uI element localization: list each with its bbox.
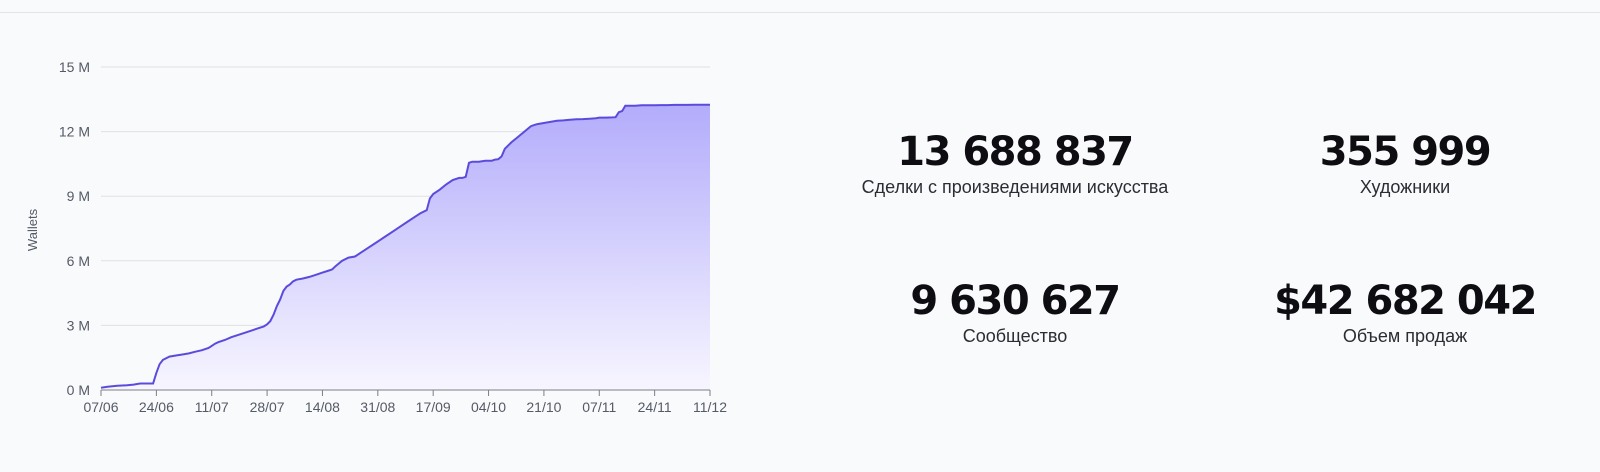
x-tick-label: 24/06 (139, 399, 174, 415)
x-tick-label: 17/09 (416, 399, 451, 415)
y-tick-label: 9 M (67, 188, 90, 204)
x-tick-labels: 07/06 24/06 11/07 28/07 14/08 31/08 17/09 04/10… (83, 390, 727, 415)
x-tick-label: 04/10 (471, 399, 506, 415)
y-tick-label: 12 M (59, 124, 90, 140)
y-tick-label: 0 M (67, 382, 90, 398)
y-tick-label: 3 M (67, 317, 90, 333)
stat-community: 9 630 627 Сообщество (805, 277, 1225, 347)
x-tick-label: 11/12 (693, 399, 727, 415)
x-tick-label: 11/07 (195, 399, 229, 415)
x-tick-label: 14/08 (305, 399, 340, 415)
stat-value: $42 682 042 (1274, 278, 1537, 324)
stat-label: Художники (1359, 177, 1451, 197)
wallets-area-chart: 0 M 3 M 6 M 9 M 12 M 15 M 07/06 24/06 11/07 28/0… (25, 59, 727, 415)
y-tick-label: 6 M (67, 253, 90, 269)
stat-value: 355 999 (1319, 129, 1492, 175)
stat-label: Объем продаж (1342, 326, 1468, 346)
stats-section: 0 M 3 M 6 M 9 M 12 M 15 M 07/06 24/06 11/07 28/0… (0, 0, 1600, 472)
x-tick-label: 07/06 (83, 399, 118, 415)
x-tick-label: 07/11 (582, 399, 616, 415)
stat-label: Сообщество (962, 326, 1068, 346)
stat-art-deals: 13 688 837 Сделки с произведениями искус… (805, 128, 1225, 198)
x-tick-label: 24/11 (638, 399, 672, 415)
stat-artists: 355 999 Художники (1195, 128, 1600, 198)
x-tick-label: 28/07 (250, 399, 285, 415)
stat-value: 9 630 627 (910, 278, 1121, 324)
stat-sales-volume: $42 682 042 Объем продаж (1195, 277, 1600, 347)
top-divider (0, 12, 1600, 13)
stat-label: Сделки с произведениями искусства (861, 177, 1169, 197)
y-tick-label: 15 M (59, 59, 90, 75)
x-tick-label: 21/10 (526, 399, 561, 415)
area-fill (101, 104, 710, 390)
y-axis-title: Wallets (25, 208, 40, 251)
x-tick-label: 31/08 (360, 399, 395, 415)
stat-value: 13 688 837 (897, 129, 1134, 175)
wallets-chart: 0 M 3 M 6 M 9 M 12 M 15 M 07/06 24/06 11/07 28/0… (0, 40, 760, 440)
y-tick-labels: 0 M 3 M 6 M 9 M 12 M 15 M (59, 59, 90, 398)
